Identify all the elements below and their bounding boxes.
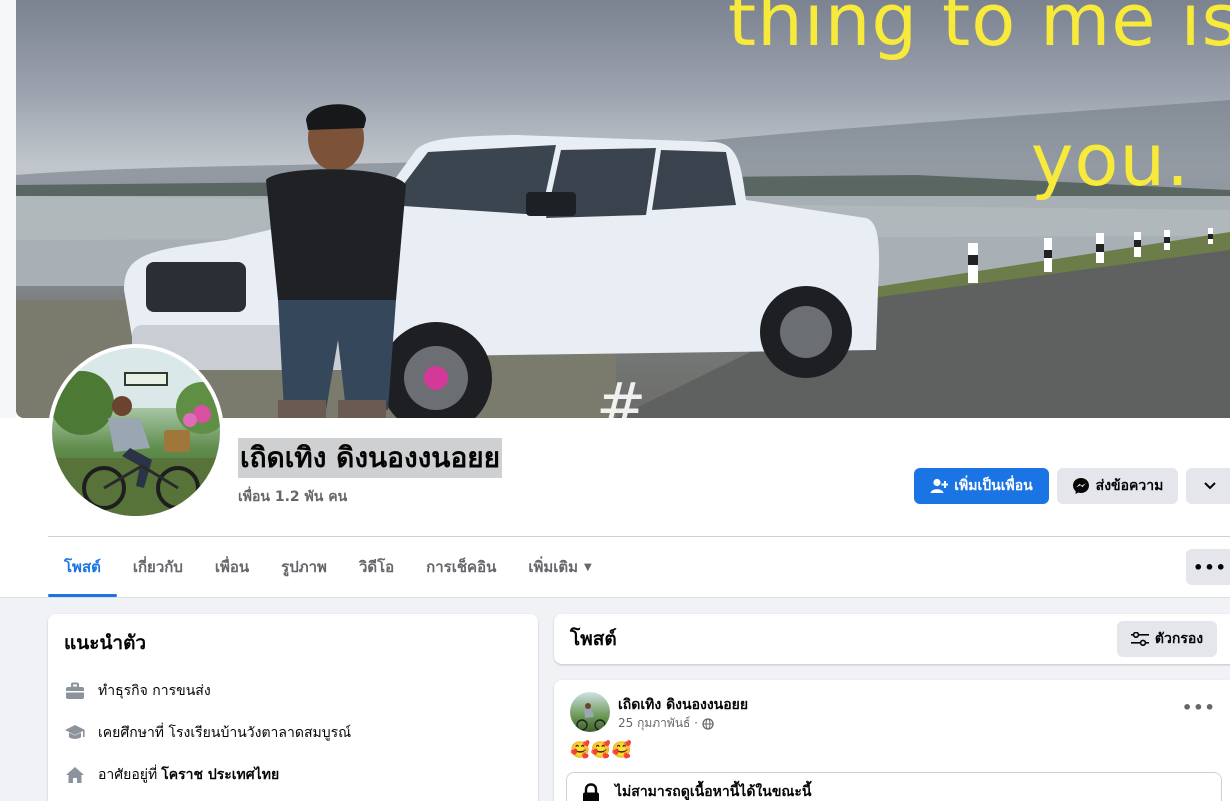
tab-more[interactable]: เพิ่มเติม ▼ [512,537,607,597]
tab-label: การเช็คอิน [426,558,497,576]
tab-posts[interactable]: โพสต์ [48,537,117,597]
message-label: ส่งข้อความ [1095,478,1164,494]
intro-relationship [64,796,522,801]
unavailable-content-box: ไม่สามารถดูเนื้อหานี้ได้ในขณะนี้ [566,772,1222,801]
filter-sliders-icon [1130,632,1149,646]
graduation-cap-icon [64,722,86,744]
profile-name: เถิดเทิง ดิงนองงนอยย [238,438,503,478]
post-date[interactable]: 25 กุมภาพันธ์ · [618,714,698,733]
chevron-down-icon [1204,478,1216,494]
post-card: เถิดเทิง ดิงนองงนอยย 25 กุมภาพันธ์ · •••… [554,680,1230,801]
profile-tabs: โพสต์ เกี่ยวกับ เพื่อน รูปภาพ วิดีโอ การ… [48,537,608,597]
tab-photos[interactable]: รูปภาพ [265,537,343,597]
intro-education-text: เคยศึกษาที่ โรงเรียนบ้านวังตาลาดสมบูรณ์ [98,725,352,741]
globe-icon [702,717,714,730]
post-options-icon[interactable]: ••• [1182,698,1216,717]
filter-button[interactable]: ตัวกรอง [1117,621,1217,657]
intro-location-place[interactable]: โคราช ประเทศไทย [161,764,279,786]
briefcase-icon [64,680,86,702]
unavailable-content-text: ไม่สามารถดูเนื้อหานี้ได้ในขณะนี้ [615,784,812,800]
intro-education: เคยศึกษาที่ โรงเรียนบ้านวังตาลาดสมบูรณ์ [64,712,522,754]
add-friend-icon [930,478,949,494]
tab-checkins[interactable]: การเช็คอิน [410,537,512,597]
post-text: 🥰🥰🥰 [570,740,633,759]
messenger-icon [1072,477,1090,495]
tab-friends[interactable]: เพื่อน [199,537,265,597]
tab-label: รูปภาพ [281,558,327,576]
avatar-image [52,348,220,516]
cover-caption-line2: you. [1030,118,1190,202]
tab-label: วิดีโอ [358,558,395,576]
add-friend-label: เพิ่มเป็นเพื่อน [954,478,1033,494]
add-friend-button[interactable]: เพิ่มเป็นเพื่อน [914,468,1049,504]
tab-about[interactable]: เกี่ยวกับ [117,537,199,597]
tabs-overflow-button[interactable]: ••• [1186,549,1230,585]
message-button[interactable]: ส่งข้อความ [1057,468,1178,504]
post-author-name[interactable]: เถิดเทิง ดิงนองงนอยย [618,694,748,716]
post-meta: 25 กุมภาพันธ์ · [618,714,714,733]
header-bottom-border [0,597,1230,598]
tab-label: เกี่ยวกับ [132,558,183,576]
home-icon [64,764,86,786]
posts-header-card: โพสต์ ตัวกรอง [554,614,1230,664]
cover-caption-line1: thing to me is [727,0,1230,62]
tab-label: เพื่อน [214,558,250,576]
tab-label: โพสต์ [64,558,101,576]
more-options-button[interactable] [1186,468,1230,504]
friends-count[interactable]: เพื่อน 1.2 พัน คน [238,486,347,508]
intro-location-text: อาศัยอยู่ที่ [98,767,158,783]
tab-videos[interactable]: วิดีโอ [343,537,410,597]
profile-avatar[interactable] [48,344,224,520]
post-author-avatar[interactable] [570,692,610,732]
intro-location: อาศัยอยู่ที่ โคราช ประเทศไทย [64,754,522,796]
caret-down-icon: ▼ [584,561,592,573]
page-edge [0,0,16,418]
tab-label: เพิ่มเติม [528,558,579,576]
posts-title: โพสต์ [570,628,617,650]
lock-icon [581,783,601,801]
intro-title: แนะนำตัว [64,632,147,654]
intro-work-text: ทำธุรกิจ การขนส่ง [98,683,211,699]
svg-text:#: # [596,370,646,418]
intro-work: ทำธุรกิจ การขนส่ง [64,670,522,712]
intro-card: แนะนำตัว ทำธุรกิจ การขนส่ง เคยศึกษาที่ โ… [48,614,538,801]
more-dots-icon: ••• [1193,557,1227,577]
filter-label: ตัวกรอง [1154,631,1204,647]
